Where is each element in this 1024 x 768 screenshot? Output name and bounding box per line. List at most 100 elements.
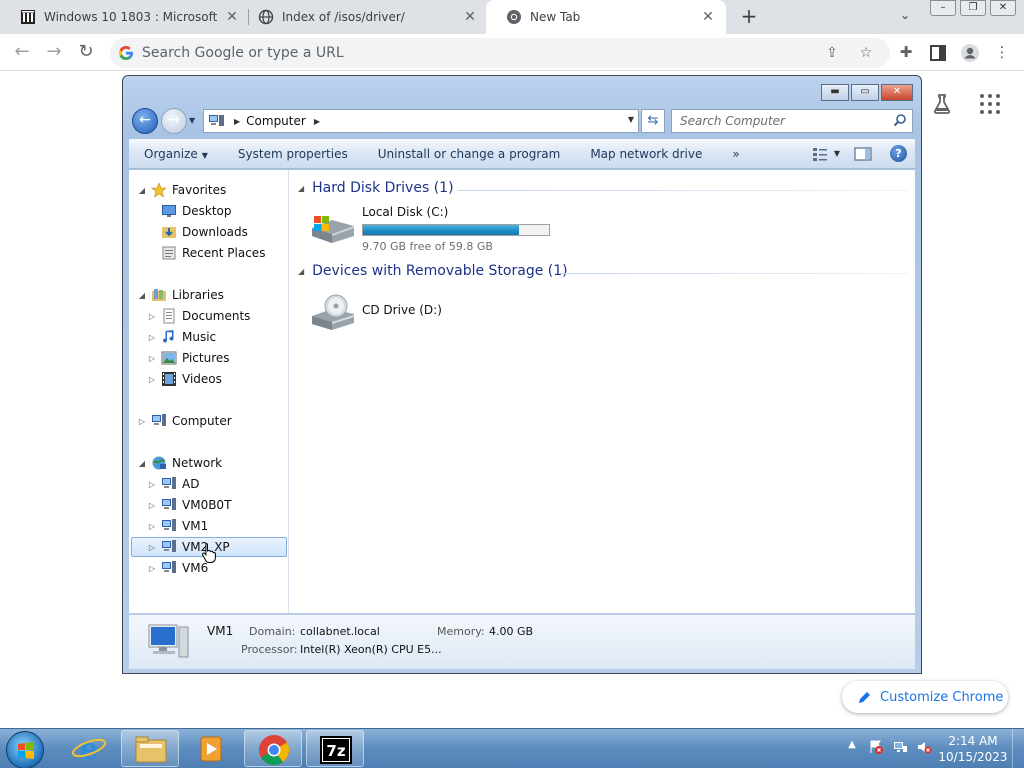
labs-flask-icon[interactable] bbox=[930, 92, 954, 116]
address-dropdown-icon[interactable]: ▼ bbox=[628, 115, 634, 124]
explorer-forward-button[interactable]: → bbox=[161, 108, 187, 134]
details-domain-label: Domain: bbox=[249, 625, 296, 638]
nav-network-vm1[interactable]: ▷ VM1 bbox=[147, 516, 208, 536]
nav-libraries[interactable]: ◢ Libraries bbox=[137, 285, 224, 305]
action-center-flag-icon[interactable] bbox=[868, 739, 884, 755]
breadcrumb-computer[interactable]: Computer bbox=[246, 114, 306, 128]
nav-downloads[interactable]: Downloads bbox=[147, 222, 248, 242]
network-computer-icon bbox=[162, 540, 176, 552]
collapsed-arrow-icon[interactable]: ▷ bbox=[137, 417, 147, 426]
breadcrumb-separator-icon[interactable]: ▶ bbox=[314, 117, 320, 126]
collapsed-arrow-icon[interactable]: ▷ bbox=[147, 333, 157, 342]
expanded-arrow-icon[interactable]: ◢ bbox=[137, 291, 147, 300]
view-dropdown-icon[interactable]: ▼ bbox=[834, 149, 840, 158]
collapsed-arrow-icon[interactable]: ▷ bbox=[147, 522, 157, 531]
7zip-icon: 7z bbox=[320, 736, 352, 764]
forward-arrow-icon[interactable]: → bbox=[42, 41, 66, 65]
customize-chrome-button[interactable]: Customize Chrome bbox=[842, 681, 1008, 713]
collapsed-arrow-icon[interactable]: ▷ bbox=[147, 354, 157, 363]
network-tray-icon[interactable] bbox=[892, 739, 908, 755]
expanded-arrow-icon[interactable]: ◢ bbox=[137, 186, 147, 195]
expanded-arrow-icon[interactable]: ◢ bbox=[298, 184, 304, 193]
close-icon[interactable]: ✕ bbox=[462, 9, 478, 25]
explorer-back-button[interactable]: ← bbox=[132, 108, 158, 134]
reload-icon[interactable]: ↻ bbox=[74, 41, 98, 65]
share-icon[interactable]: ⇪ bbox=[824, 46, 840, 62]
preview-pane-icon[interactable] bbox=[854, 146, 872, 162]
taskbar-7zip[interactable]: 7z bbox=[306, 730, 364, 767]
taskbar-internet-explorer[interactable]: e bbox=[60, 730, 118, 767]
more-menu-icon[interactable]: ⋮ bbox=[992, 43, 1012, 63]
explorer-close-button[interactable]: ✕ bbox=[881, 84, 913, 101]
nav-computer[interactable]: ▷ Computer bbox=[137, 411, 232, 431]
more-commands-button[interactable]: » bbox=[717, 147, 754, 161]
search-placeholder: Search Computer bbox=[680, 114, 785, 128]
bookmark-star-icon[interactable]: ☆ bbox=[858, 46, 874, 62]
help-icon[interactable]: ? bbox=[890, 145, 907, 162]
explorer-refresh-button[interactable]: ⇆ bbox=[641, 109, 665, 133]
tab-new-tab[interactable]: New Tab ✕ bbox=[486, 0, 726, 34]
restore-button[interactable]: ❐ bbox=[960, 0, 986, 16]
back-arrow-icon[interactable]: ← bbox=[10, 41, 34, 65]
nav-desktop[interactable]: Desktop bbox=[147, 201, 232, 221]
nav-videos[interactable]: ▷ Videos bbox=[147, 369, 222, 389]
profile-avatar-icon[interactable] bbox=[960, 43, 980, 63]
nav-network-ad[interactable]: ▷ AD bbox=[147, 474, 199, 494]
side-panel-icon[interactable] bbox=[928, 43, 948, 63]
search-icon[interactable] bbox=[893, 113, 907, 127]
details-memory-label: Memory: bbox=[437, 625, 485, 638]
computer-icon bbox=[152, 414, 166, 426]
nav-network[interactable]: ◢ Network bbox=[137, 453, 222, 473]
extensions-icon[interactable]: ✚ bbox=[896, 43, 916, 63]
expanded-arrow-icon[interactable]: ◢ bbox=[137, 459, 147, 468]
explorer-minimize-button[interactable]: ▬ bbox=[821, 84, 849, 101]
google-apps-icon[interactable] bbox=[980, 94, 1000, 114]
show-desktop-button[interactable] bbox=[1012, 729, 1024, 768]
collapsed-arrow-icon[interactable]: ▷ bbox=[147, 480, 157, 489]
collapsed-arrow-icon[interactable]: ▷ bbox=[147, 312, 157, 321]
show-hidden-icons-icon[interactable]: ▲ bbox=[844, 739, 860, 755]
chrome-icon bbox=[259, 735, 290, 766]
explorer-address-bar[interactable]: ▶ Computer ▶ ▼ bbox=[203, 109, 639, 133]
system-properties-button[interactable]: System properties bbox=[223, 147, 363, 161]
collapsed-arrow-icon[interactable]: ▷ bbox=[147, 564, 157, 573]
taskbar-clock[interactable]: 2:14 AM 10/15/2023 bbox=[930, 733, 1016, 765]
start-button[interactable] bbox=[6, 731, 44, 768]
nav-network-vm6[interactable]: ▷ VM6 bbox=[147, 558, 208, 578]
taskbar-windows-explorer[interactable] bbox=[121, 730, 179, 767]
omnibox[interactable]: Search Google or type a URL ⇪ ☆ bbox=[110, 38, 890, 68]
change-view-icon[interactable] bbox=[812, 146, 830, 162]
folder-icon bbox=[135, 736, 167, 763]
media-player-icon bbox=[200, 736, 222, 762]
expanded-arrow-icon[interactable]: ◢ bbox=[298, 267, 304, 276]
map-network-drive-button[interactable]: Map network drive bbox=[575, 147, 717, 161]
new-tab-button[interactable]: + bbox=[737, 5, 761, 29]
nav-documents[interactable]: ▷ Documents bbox=[147, 306, 250, 326]
group-header-hard-disk-drives[interactable]: ◢ Hard Disk Drives (1) bbox=[298, 180, 454, 196]
explorer-search-input[interactable]: Search Computer bbox=[671, 109, 913, 133]
nav-music[interactable]: ▷ Music bbox=[147, 327, 216, 347]
tab-title: Index of /isos/driver/ bbox=[282, 10, 405, 24]
nav-recent-places[interactable]: Recent Places bbox=[147, 243, 265, 263]
organize-menu[interactable]: Organize ▼ bbox=[129, 147, 223, 161]
group-header-removable-storage[interactable]: ◢ Devices with Removable Storage (1) bbox=[298, 263, 568, 279]
tab-search-icon[interactable]: ⌄ bbox=[896, 8, 914, 26]
collapsed-arrow-icon[interactable]: ▷ bbox=[147, 375, 157, 384]
tab-windows10[interactable]: Windows 10 1803 : Microsoft : Fr ✕ bbox=[0, 0, 250, 34]
taskbar-media-player[interactable] bbox=[182, 730, 240, 767]
nav-network-vm0b0t[interactable]: ▷ VM0B0T bbox=[147, 495, 231, 515]
uninstall-program-button[interactable]: Uninstall or change a program bbox=[363, 147, 576, 161]
close-window-button[interactable]: ✕ bbox=[990, 0, 1016, 16]
taskbar-google-chrome[interactable] bbox=[244, 730, 302, 767]
collapsed-arrow-icon[interactable]: ▷ bbox=[147, 543, 157, 552]
recent-pages-dropdown-icon[interactable]: ▼ bbox=[189, 116, 195, 125]
collapsed-arrow-icon[interactable]: ▷ bbox=[147, 501, 157, 510]
minimize-button[interactable]: – bbox=[930, 0, 956, 16]
nav-favorites[interactable]: ◢ Favorites bbox=[137, 180, 226, 200]
explorer-maximize-button[interactable]: ▭ bbox=[851, 84, 879, 101]
nav-pictures[interactable]: ▷ Pictures bbox=[147, 348, 230, 368]
close-icon[interactable]: ✕ bbox=[700, 9, 716, 25]
tab-index-isos[interactable]: Index of /isos/driver/ ✕ bbox=[238, 0, 488, 34]
view-controls: ▼ ? bbox=[798, 145, 907, 162]
videos-icon bbox=[162, 372, 176, 386]
